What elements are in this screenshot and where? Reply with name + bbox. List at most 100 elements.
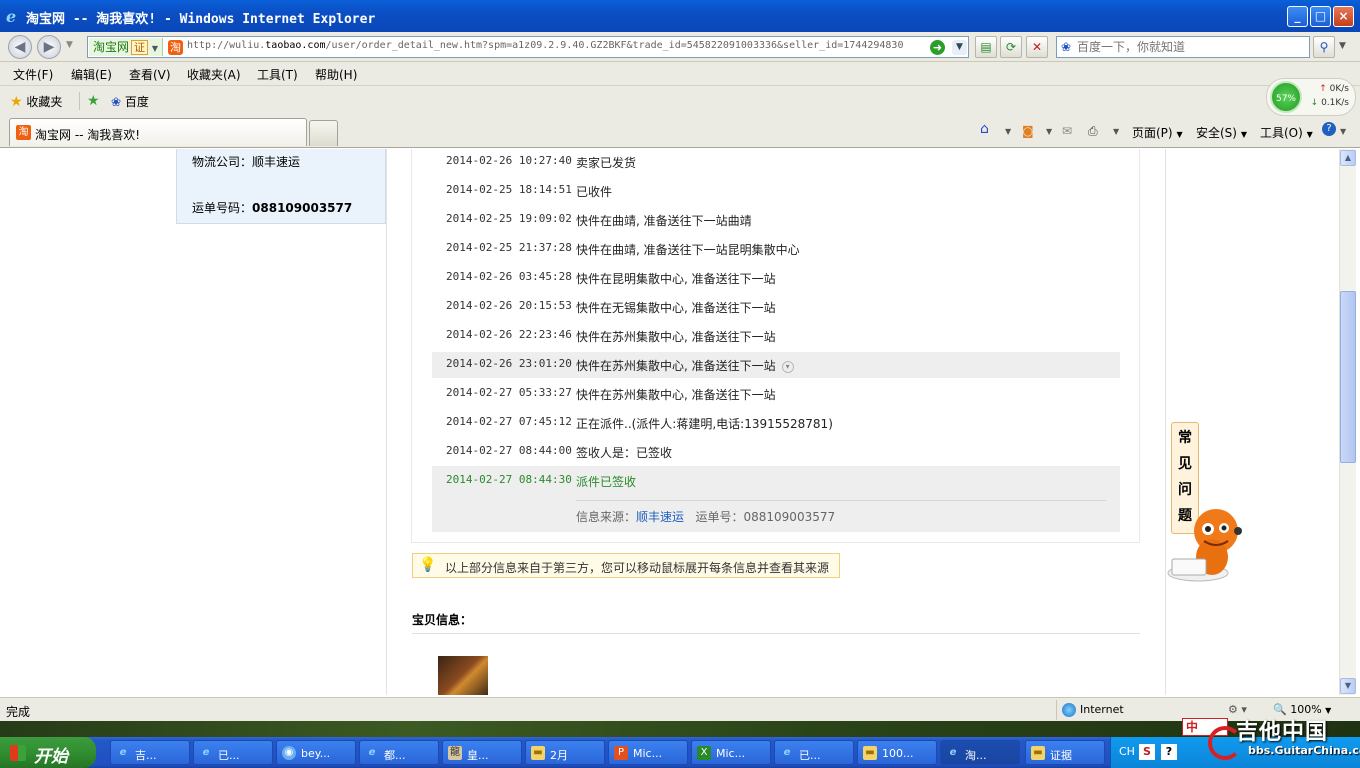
tracking-row[interactable]: 2014-02-26 20:15:53 快件在无锡集散中心, 准备送往下一站 xyxy=(432,294,1120,320)
print-dropdown-icon[interactable]: ▼ xyxy=(1113,127,1119,136)
favbar-divider xyxy=(79,92,80,110)
help-tray-icon[interactable]: ? xyxy=(1161,744,1177,760)
star-icon: ★ xyxy=(10,94,23,110)
tracking-time: 2014-02-26 23:01:20 xyxy=(446,357,572,370)
maximize-button[interactable]: □ xyxy=(1310,6,1331,27)
search-input[interactable] xyxy=(1077,38,1305,56)
back-button[interactable]: ◀ xyxy=(8,35,32,59)
tracking-row[interactable]: 2014-02-25 19:09:02 快件在曲靖, 准备送往下一站曲靖 xyxy=(432,207,1120,233)
safety-menu-button[interactable]: 安全(S) ▼ xyxy=(1196,124,1247,141)
start-button[interactable]: 开始 xyxy=(0,737,96,768)
taskbar-item[interactable]: ▬ 证据 xyxy=(1025,740,1105,765)
menu-favorites[interactable]: 收藏夹(A) xyxy=(187,66,241,83)
tracking-row-final[interactable]: 2014-02-27 08:44:30 派件已签收 xyxy=(432,468,1120,494)
feeds-icon[interactable]: ◙ xyxy=(1022,124,1034,138)
tracking-row[interactable]: 2014-02-26 03:45:28 快件在昆明集散中心, 准备送往下一站 xyxy=(432,265,1120,291)
add-favorite-icon: ★ xyxy=(87,93,100,109)
folder-icon: ▬ xyxy=(863,746,877,760)
tracking-row[interactable]: 2014-02-25 21:37:28 快件在曲靖, 准备送往下一站昆明集散中心 xyxy=(432,236,1120,262)
search-box[interactable]: ❀ xyxy=(1056,36,1310,58)
taskbar-item[interactable]: ▬ 2月 xyxy=(525,740,605,765)
tracking-message: 派件已签收 xyxy=(576,475,637,489)
search-options-icon[interactable]: ▼ xyxy=(1339,41,1346,51)
tracking-message: 快件在无锡集散中心, 准备送往下一站 xyxy=(576,301,776,315)
add-favorite-button[interactable]: ★ xyxy=(87,93,100,109)
home-icon[interactable]: ⌂ xyxy=(980,121,989,137)
ime-icon[interactable]: S xyxy=(1139,744,1155,760)
ie-logo-icon: e xyxy=(6,7,17,26)
search-icon[interactable]: ⚲ xyxy=(1313,36,1335,58)
taskbar-item[interactable]: e 已... xyxy=(193,740,273,765)
compat-view-icon[interactable]: ▤ xyxy=(975,36,997,58)
scroll-down-icon[interactable]: ▼ xyxy=(1340,678,1356,694)
help-icon[interactable]: ? xyxy=(1322,122,1336,136)
tracking-no-row: 运单号码：088109003577 xyxy=(192,199,352,216)
url-field[interactable]: 淘宝网证 ▼ 淘 http://wuliu.taobao.com/user/or… xyxy=(87,36,969,58)
refresh-icon[interactable]: ⟳ xyxy=(1000,36,1022,58)
taskbar-item[interactable]: P Mic... xyxy=(608,740,688,765)
expand-source-icon[interactable]: ▾ xyxy=(781,360,794,373)
taskbar-item[interactable]: ▬ 100... xyxy=(857,740,937,765)
feeds-dropdown-icon[interactable]: ▼ xyxy=(1046,127,1052,136)
taskbar-item-label: 已... xyxy=(799,749,821,762)
tracking-row[interactable]: 2014-02-26 22:23:46 快件在苏州集散中心, 准备送往下一站 xyxy=(432,323,1120,349)
source-company-link[interactable]: 顺丰速运 xyxy=(636,510,684,524)
baidu-paw-icon: ❀ xyxy=(1061,40,1072,54)
taskbar-item[interactable]: e 吉... xyxy=(110,740,190,765)
forward-button[interactable]: ▶ xyxy=(37,35,61,59)
tracking-message: 快件在曲靖, 准备送往下一站昆明集散中心 xyxy=(576,243,800,257)
site-identity-badge[interactable]: 淘宝网证 ▼ xyxy=(89,38,163,56)
taskbar-item-label: 皇... xyxy=(467,749,489,762)
history-dropdown-icon[interactable]: ▼ xyxy=(66,40,73,50)
taskbar-item[interactable]: 龍皇... xyxy=(442,740,522,765)
go-arrow-icon[interactable]: ➜ xyxy=(930,40,945,55)
item-thumbnail[interactable] xyxy=(438,656,488,695)
tracking-time: 2014-02-26 22:23:46 xyxy=(446,328,572,341)
page-content: 物流公司： 顺丰速运 运单号码：088109003577 2014-02-26 1… xyxy=(0,149,1339,695)
mail-icon[interactable]: ✉ xyxy=(1062,124,1072,138)
new-tab-button[interactable] xyxy=(309,120,338,146)
taskbar-item[interactable]: ◉ bey... xyxy=(276,740,356,765)
scroll-up-icon[interactable]: ▲ xyxy=(1340,150,1356,166)
tracking-row[interactable]: 2014-02-27 08:44:00 签收人是：已签收 xyxy=(432,439,1120,465)
print-icon[interactable]: ⎙ xyxy=(1088,124,1098,139)
tracking-row[interactable]: 2014-02-25 18:14:51 已收件 xyxy=(432,178,1120,204)
tracking-row[interactable]: 2014-02-27 07:45:12 正在派件..(派件人:蒋建明,电话:139… xyxy=(432,410,1120,436)
home-dropdown-icon[interactable]: ▼ xyxy=(1005,127,1011,136)
menu-edit[interactable]: 编辑(E) xyxy=(71,66,112,83)
taskbar-item-active[interactable]: e 淘... xyxy=(940,740,1020,765)
menu-file[interactable]: 文件(F) xyxy=(13,66,53,83)
favorites-button[interactable]: ★ 收藏夹 xyxy=(10,93,62,110)
menu-help[interactable]: 帮助(H) xyxy=(315,66,357,83)
tracking-row[interactable]: 2014-02-26 10:27:40 卖家已发货 xyxy=(432,149,1120,175)
cert-icon: 证 xyxy=(131,40,149,55)
tools-menu-button[interactable]: 工具(O) ▼ xyxy=(1260,124,1313,141)
mascot-icon[interactable] xyxy=(1166,501,1242,587)
url-dropdown-icon[interactable]: ▼ xyxy=(952,40,967,55)
taskbar-item[interactable]: e 都... xyxy=(359,740,439,765)
close-button[interactable]: × xyxy=(1333,6,1354,27)
menu-view[interactable]: 查看(V) xyxy=(129,66,171,83)
vertical-scrollbar[interactable]: ▲ ▼ xyxy=(1339,149,1356,695)
tracking-row-hover[interactable]: 2014-02-26 23:01:20 快件在苏州集散中心, 准备送往下一站 ▾ xyxy=(432,352,1120,378)
tracking-message: 签收人是：已签收 xyxy=(576,446,673,460)
favorite-baidu-link[interactable]: ❀ 百度 xyxy=(111,93,149,110)
tracking-row[interactable]: 2014-02-27 05:33:27 快件在苏州集散中心, 准备送往下一站 xyxy=(432,381,1120,407)
page-menu-button[interactable]: 页面(P) ▼ xyxy=(1132,124,1183,141)
stop-icon[interactable]: ✕ xyxy=(1026,36,1048,58)
language-indicator[interactable]: CH xyxy=(1119,745,1135,758)
minimize-button[interactable]: _ xyxy=(1287,6,1308,27)
taskbar-item-label: Mic... xyxy=(633,747,663,760)
tab-taobao[interactable]: 淘 淘宝网 -- 淘我喜欢! xyxy=(9,118,307,146)
taskbar: 开始 e 吉... e 已... ◉ bey... e 都... 龍皇... ▬ 2月 P… xyxy=(0,737,1360,768)
taskbar-item[interactable]: e 已... xyxy=(774,740,854,765)
net-speed-widget[interactable]: 57% ↑ 0K/s ↓ 0.1K/s xyxy=(1266,78,1356,116)
help-dropdown-icon[interactable]: ▼ xyxy=(1340,127,1346,136)
logistics-company-label: 物流公司： xyxy=(192,155,253,169)
scroll-thumb[interactable] xyxy=(1340,291,1356,463)
taskbar-item[interactable]: X Mic... xyxy=(691,740,771,765)
menu-tools[interactable]: 工具(T) xyxy=(257,66,298,83)
taskbar-item-label: 证据 xyxy=(1050,749,1072,762)
security-zone[interactable]: Internet xyxy=(1062,703,1124,717)
title-bar[interactable]: e 淘宝网 -- 淘我喜欢! - Windows Internet Explor… xyxy=(0,0,1360,32)
